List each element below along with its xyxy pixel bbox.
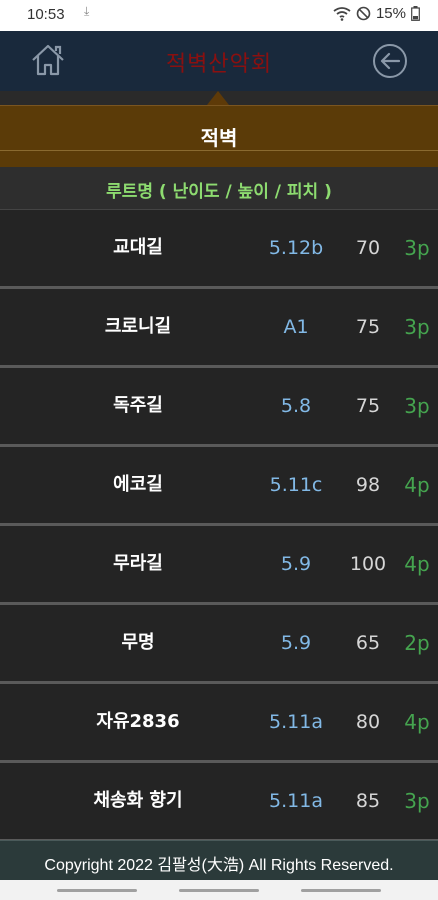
route-height: 80 [355,711,381,733]
copyright-footer: Copyright 2022 김팔성(大浩) All Rights Reserv… [0,840,438,881]
route-row[interactable]: 자유2836 5.11a 80 4p [0,684,438,763]
route-name: 독주길 [113,395,163,416]
route-height: 75 [355,316,381,338]
app-bar: 적벽산악회 [0,31,438,92]
route-pitch: 3p [404,394,430,418]
route-grade: A1 [283,316,309,338]
copyright-text: Copyright 2022 김팔성(大浩) All Rights Reserv… [44,857,394,874]
route-grade: 5.8 [280,395,312,417]
route-grade: 5.11a [269,790,323,812]
system-nav-bar [0,880,438,900]
nav-recents-handle[interactable] [57,889,137,892]
route-height: 65 [355,632,381,654]
route-pitch: 4p [404,552,430,576]
route-list: 교대길 5.12b 70 3p 크로니길 A1 75 3p 독주길 5.8 75… [0,210,438,842]
route-row[interactable]: 채송화 향기 5.11a 85 3p [0,763,438,842]
route-pitch: 3p [404,789,430,813]
wifi-icon [333,6,351,21]
route-pitch: 4p [404,710,430,734]
download-icon: ⤓ [84,4,90,18]
status-bar: 10:53 ⤓ 15% [0,0,438,31]
battery-percent: 15% [375,5,406,22]
route-height: 100 [349,553,387,575]
route-grade: 5.11c [269,474,323,496]
route-row[interactable]: 무명 5.9 65 2p [0,605,438,684]
back-arrow-icon [373,44,407,78]
battery-icon [411,6,420,21]
nav-back-handle[interactable] [301,889,381,892]
route-grade: 5.12b [268,237,324,259]
route-name: 에코길 [113,474,163,495]
dnd-icon [356,6,371,21]
back-button[interactable] [371,42,409,84]
route-row[interactable]: 에코길 5.11c 98 4p [0,447,438,526]
route-row[interactable]: 크로니길 A1 75 3p [0,289,438,368]
route-row[interactable]: 교대길 5.12b 70 3p [0,210,438,289]
route-row[interactable]: 독주길 5.8 75 3p [0,368,438,447]
route-name: 크로니길 [104,316,172,337]
route-pitch: 4p [404,473,430,497]
route-height: 98 [355,474,381,496]
route-name: 채송화 향기 [93,790,183,811]
route-name: 자유2836 [96,711,180,732]
route-height: 70 [355,237,381,259]
nav-home-handle[interactable] [179,889,259,892]
list-header: 루트명 ( 난이도 / 높이 / 피치 ) [0,167,438,210]
status-time: 10:53 [27,6,65,23]
crag-banner: 적벽 [0,105,438,168]
route-height: 85 [355,790,381,812]
route-name: 무라길 [113,553,163,574]
route-grade: 5.11a [269,711,323,733]
route-grade: 5.9 [280,632,312,654]
route-grade: 5.9 [280,553,312,575]
banner-divider [0,150,438,151]
crag-name: 적벽 [200,126,238,150]
route-name: 교대길 [113,237,163,258]
route-name: 무명 [121,632,155,653]
list-header-label: 루트명 ( 난이도 / 높이 / 피치 ) [106,182,332,202]
route-pitch: 2p [404,631,430,655]
status-icons: 15% [333,5,420,22]
route-height: 75 [355,395,381,417]
route-pitch: 3p [404,236,430,260]
route-pitch: 3p [404,315,430,339]
pointer-notch [207,91,229,105]
route-row[interactable]: 무라길 5.9 100 4p [0,526,438,605]
